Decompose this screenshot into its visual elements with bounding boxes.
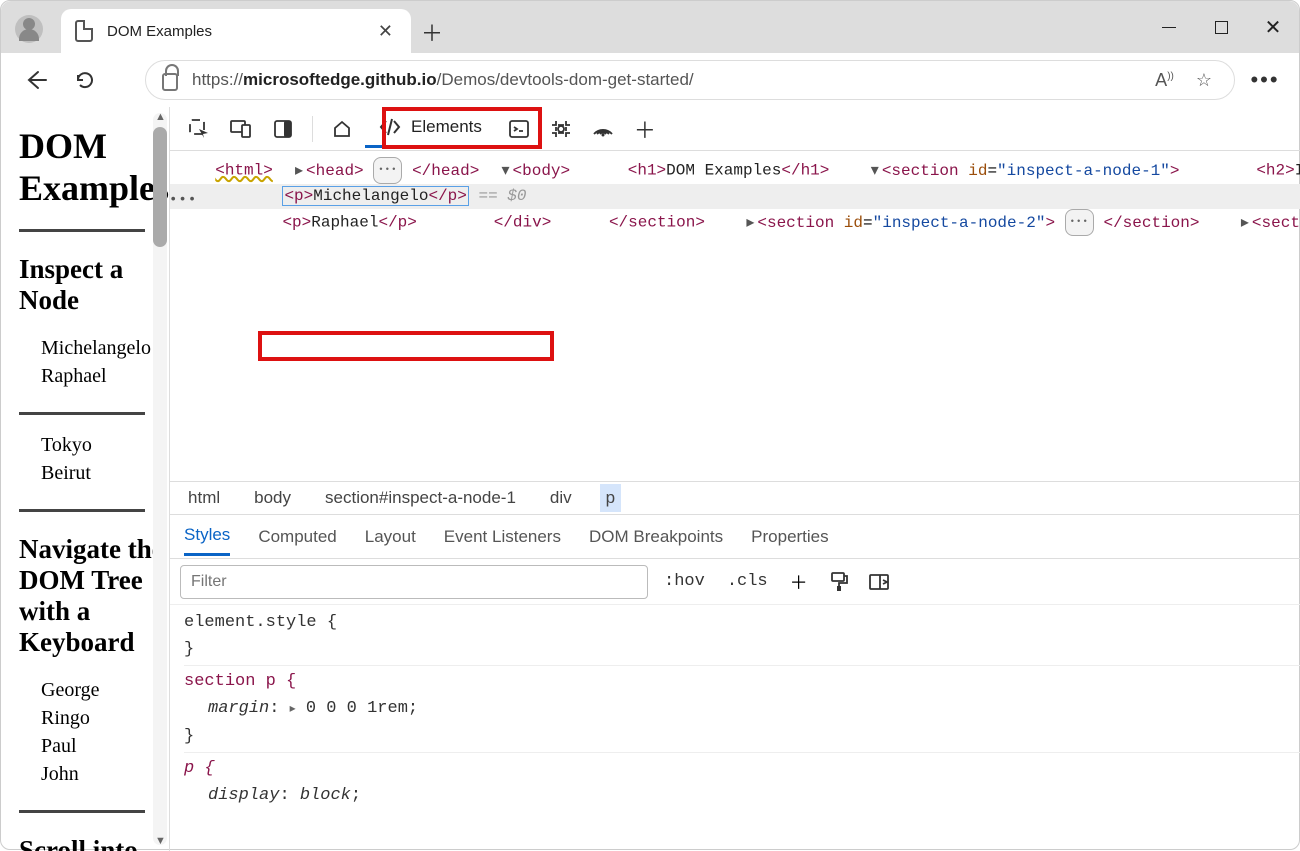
dom-breadcrumbs: html body section#inspect-a-node-1 div p <box>170 481 1300 515</box>
list-item[interactable]: Paul <box>41 732 169 760</box>
new-tab-button[interactable]: ＋ <box>411 11 453 53</box>
inspect-element-icon[interactable] <box>180 110 218 148</box>
code-icon <box>379 117 401 137</box>
cls-toggle[interactable]: .cls <box>721 568 774 595</box>
page-scrollbar[interactable]: ▲ ▼ <box>153 113 167 845</box>
close-tab-icon[interactable]: ✕ <box>374 17 397 46</box>
divider <box>19 412 145 415</box>
computed-panel-icon[interactable] <box>864 567 894 597</box>
tab-computed[interactable]: Computed <box>258 519 336 555</box>
welcome-tab-icon[interactable] <box>323 110 361 148</box>
console-tab-icon[interactable] <box>500 110 538 148</box>
tab-styles[interactable]: Styles <box>184 517 230 556</box>
list-item[interactable]: John <box>41 760 169 788</box>
annotation-highlight <box>258 331 554 361</box>
styles-pane[interactable]: element.style { } devtools-do…started/:4… <box>170 605 1300 851</box>
tab-properties[interactable]: Properties <box>751 519 828 555</box>
new-style-rule-icon[interactable]: ＋ <box>784 567 814 597</box>
page-h2-navigate: Navigate the DOM Tree with a Keyboard <box>19 534 169 658</box>
device-emulation-icon[interactable] <box>222 110 260 148</box>
page-icon <box>75 20 93 42</box>
rule-selector[interactable]: section p { <box>184 668 1300 695</box>
list-item[interactable]: Ringo <box>41 704 169 732</box>
refresh-button[interactable] <box>65 60 105 100</box>
address-bar: https://microsoftedge.github.io/Demos/de… <box>1 53 1299 107</box>
back-button[interactable] <box>15 60 55 100</box>
list-item[interactable]: Michelangelo <box>41 334 169 362</box>
favorite-icon[interactable]: ☆ <box>1196 70 1212 91</box>
divider <box>19 810 145 813</box>
page-h1: DOM Examples <box>19 125 169 209</box>
tab-title: DOM Examples <box>107 23 360 40</box>
page-h2-inspect: Inspect a Node <box>19 254 169 316</box>
list-item[interactable]: George <box>41 676 169 704</box>
tab-elements[interactable]: Elements <box>365 110 496 148</box>
paint-icon[interactable] <box>824 567 854 597</box>
profile-icon[interactable] <box>15 15 43 43</box>
tab-dom-breakpoints[interactable]: DOM Breakpoints <box>589 519 723 555</box>
devtools-tabbar: Elements ＋ ••• ? ✕ <box>170 107 1300 151</box>
breadcrumb[interactable]: div <box>544 484 578 512</box>
tab-event-listeners[interactable]: Event Listeners <box>444 519 561 555</box>
minimize-button[interactable] <box>1143 1 1195 53</box>
url-text: https://microsoftedge.github.io/Demos/de… <box>192 70 1141 90</box>
read-aloud-icon[interactable]: A)) <box>1155 70 1174 91</box>
rule-selector[interactable]: element.style { <box>184 609 1300 636</box>
titlebar: DOM Examples ✕ ＋ ✕ <box>1 1 1299 53</box>
url-field[interactable]: https://microsoftedge.github.io/Demos/de… <box>145 60 1235 100</box>
maximize-button[interactable] <box>1195 1 1247 53</box>
dom-tree[interactable]: <html> ▸<head> ••• </head> ▾<body> <h1>D… <box>170 151 1300 481</box>
sources-tab-icon[interactable] <box>542 110 580 148</box>
lock-icon <box>162 73 178 91</box>
styles-filter-input[interactable] <box>180 565 648 599</box>
browser-tab[interactable]: DOM Examples ✕ <box>61 9 411 53</box>
close-window-button[interactable]: ✕ <box>1247 1 1299 53</box>
page-h2-scroll: Scroll into View <box>19 835 169 851</box>
scroll-thumb[interactable] <box>153 127 167 247</box>
network-tab-icon[interactable] <box>584 110 622 148</box>
list-item[interactable]: Raphael <box>41 362 169 390</box>
tab-elements-label: Elements <box>411 117 482 137</box>
devtools-panel: Elements ＋ ••• ? ✕ <html> ▸<head> ••• </… <box>169 107 1300 851</box>
list-item[interactable]: Beirut <box>41 459 169 487</box>
more-button[interactable]: ••• <box>1245 60 1285 100</box>
styles-tabbar: Styles Computed Layout Event Listeners D… <box>170 515 1300 559</box>
selected-dom-node[interactable]: ••• <p>Michelangelo</p> == $0 <box>170 184 1300 209</box>
divider <box>19 509 145 512</box>
breadcrumb[interactable]: html <box>182 484 226 512</box>
breadcrumb[interactable]: body <box>248 484 297 512</box>
list-item[interactable]: Tokyo <box>41 431 169 459</box>
breadcrumb[interactable]: section#inspect-a-node-1 <box>319 484 522 512</box>
tab-layout[interactable]: Layout <box>365 519 416 555</box>
hov-toggle[interactable]: :hov <box>658 568 711 595</box>
new-tab-icon[interactable]: ＋ <box>626 110 664 148</box>
divider <box>19 229 145 232</box>
styles-toolbar: :hov .cls ＋ <box>170 559 1300 605</box>
page-viewport: DOM Examples Inspect a Node Michelangelo… <box>1 107 169 851</box>
breadcrumb-selected[interactable]: p <box>600 484 621 512</box>
rule-selector[interactable]: p { <box>184 755 1300 782</box>
dock-side-icon[interactable] <box>264 110 302 148</box>
